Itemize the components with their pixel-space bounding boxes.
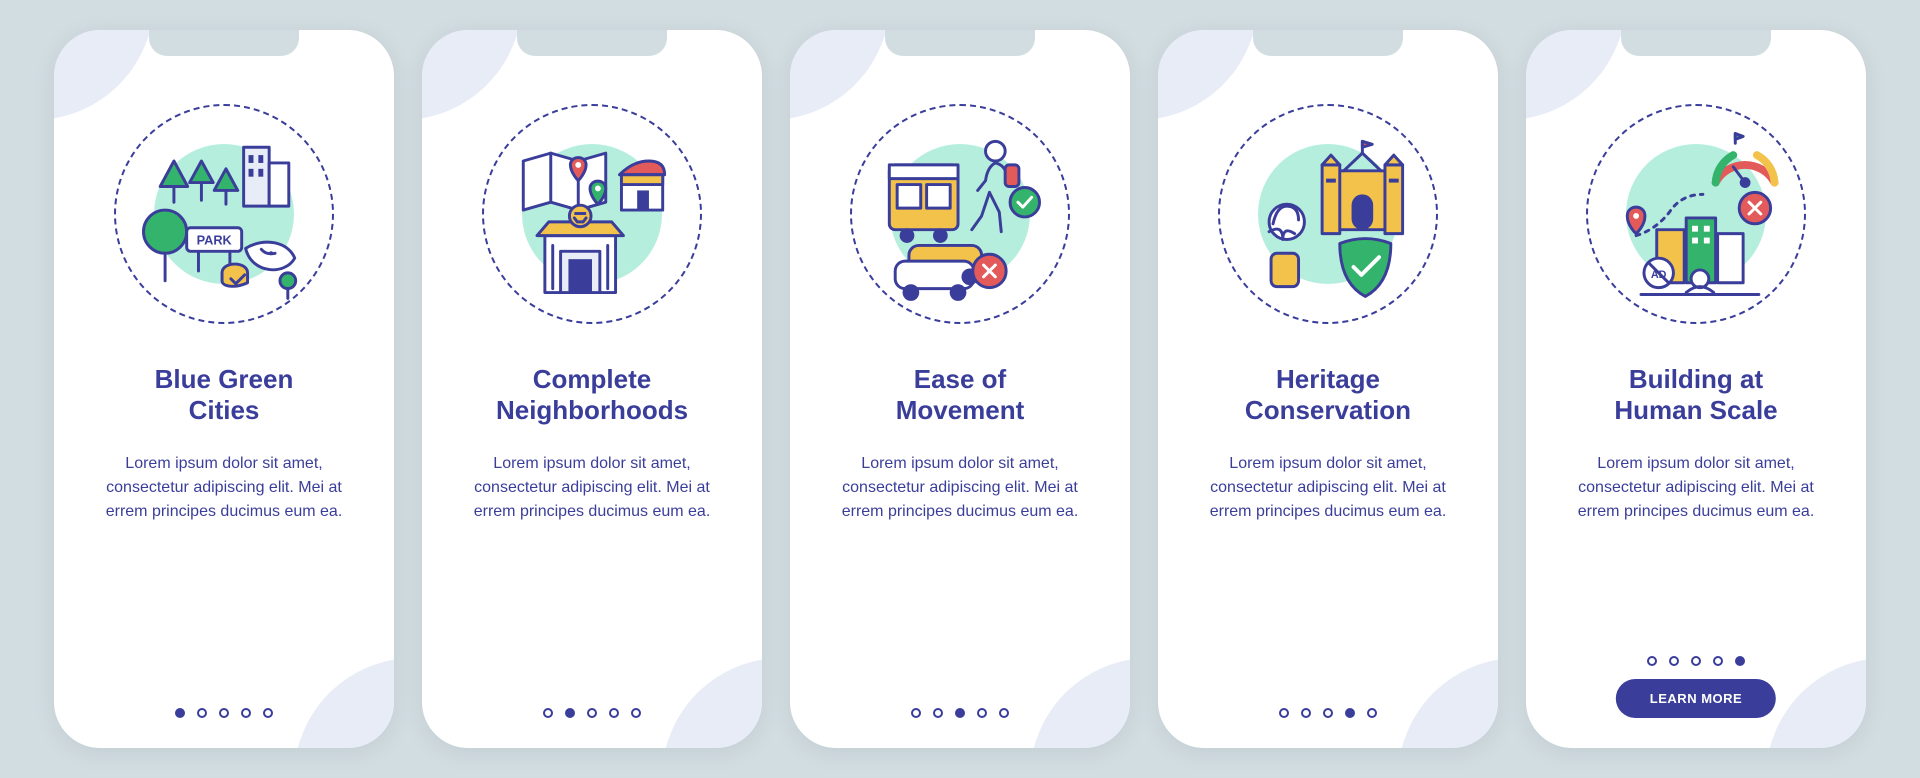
slide-title: Ease of Movement xyxy=(896,364,1025,426)
illustration-ring xyxy=(482,104,702,324)
decor-bottom-right xyxy=(1398,658,1498,748)
dot-5[interactable] xyxy=(999,708,1009,718)
slide-title: Building at Human Scale xyxy=(1614,364,1777,426)
slide-body: Lorem ipsum dolor sit amet, consectetur … xyxy=(1566,452,1826,524)
phone-notch xyxy=(149,30,299,56)
dot-3[interactable] xyxy=(1691,656,1701,666)
dot-1[interactable] xyxy=(175,708,185,718)
pagination-dots xyxy=(543,708,641,718)
pagination-dots xyxy=(1279,708,1377,718)
dot-5[interactable] xyxy=(1367,708,1377,718)
onboarding-slide-3: Ease of Movement Lorem ipsum dolor sit a… xyxy=(790,30,1130,748)
slide-title: Complete Neighborhoods xyxy=(496,364,688,426)
svg-text:PARK: PARK xyxy=(197,232,233,247)
illustration-ring: PARK xyxy=(114,104,334,324)
dot-2[interactable] xyxy=(197,708,207,718)
dot-5[interactable] xyxy=(1735,656,1745,666)
illustration-ring: AD xyxy=(1586,104,1806,324)
green-city-park-icon: PARK xyxy=(116,106,332,322)
dot-4[interactable] xyxy=(609,708,619,718)
slide-title: Blue Green Cities xyxy=(155,364,294,426)
decor-bottom-right xyxy=(662,658,762,748)
dot-5[interactable] xyxy=(263,708,273,718)
human-scale-city-icon: AD xyxy=(1588,106,1804,322)
dot-3[interactable] xyxy=(1323,708,1333,718)
learn-more-button[interactable]: LEARN MORE xyxy=(1616,679,1776,718)
pagination-dots xyxy=(1647,656,1745,666)
slide-body: Lorem ipsum dolor sit amet, consectetur … xyxy=(94,452,354,524)
heritage-shield-icon xyxy=(1220,106,1436,322)
dot-2[interactable] xyxy=(1669,656,1679,666)
onboarding-slide-4: Heritage Conservation Lorem ipsum dolor … xyxy=(1158,30,1498,748)
dot-2[interactable] xyxy=(565,708,575,718)
dot-2[interactable] xyxy=(933,708,943,718)
slide-body: Lorem ipsum dolor sit amet, consectetur … xyxy=(462,452,722,524)
dot-4[interactable] xyxy=(1345,708,1355,718)
illustration-ring xyxy=(850,104,1070,324)
dot-2[interactable] xyxy=(1301,708,1311,718)
decor-bottom-right xyxy=(294,658,394,748)
dot-1[interactable] xyxy=(911,708,921,718)
slide-title: Heritage Conservation xyxy=(1245,364,1411,426)
slide-body: Lorem ipsum dolor sit amet, consectetur … xyxy=(830,452,1090,524)
decor-bottom-right xyxy=(1030,658,1130,748)
slide-body: Lorem ipsum dolor sit amet, consectetur … xyxy=(1198,452,1458,524)
dot-3[interactable] xyxy=(219,708,229,718)
dot-3[interactable] xyxy=(955,708,965,718)
dot-4[interactable] xyxy=(241,708,251,718)
dot-1[interactable] xyxy=(1647,656,1657,666)
pagination-dots xyxy=(175,708,273,718)
dot-3[interactable] xyxy=(587,708,597,718)
phone-notch xyxy=(1253,30,1403,56)
neighborhood-map-icon xyxy=(484,106,700,322)
illustration-ring xyxy=(1218,104,1438,324)
dot-4[interactable] xyxy=(1713,656,1723,666)
dot-5[interactable] xyxy=(631,708,641,718)
dot-4[interactable] xyxy=(977,708,987,718)
phone-notch xyxy=(1621,30,1771,56)
transit-walk-icon xyxy=(852,106,1068,322)
dot-1[interactable] xyxy=(543,708,553,718)
phone-notch xyxy=(885,30,1035,56)
dot-1[interactable] xyxy=(1279,708,1289,718)
onboarding-slide-1: PARK Blue Green Cities Lorem ipsum dolor… xyxy=(54,30,394,748)
decor-bottom-right xyxy=(1766,658,1866,748)
onboarding-slide-2: Complete Neighborhoods Lorem ipsum dolor… xyxy=(422,30,762,748)
phone-notch xyxy=(517,30,667,56)
pagination-dots xyxy=(911,708,1009,718)
onboarding-slide-5: AD Building at Human Scale Lorem ipsum d… xyxy=(1526,30,1866,748)
